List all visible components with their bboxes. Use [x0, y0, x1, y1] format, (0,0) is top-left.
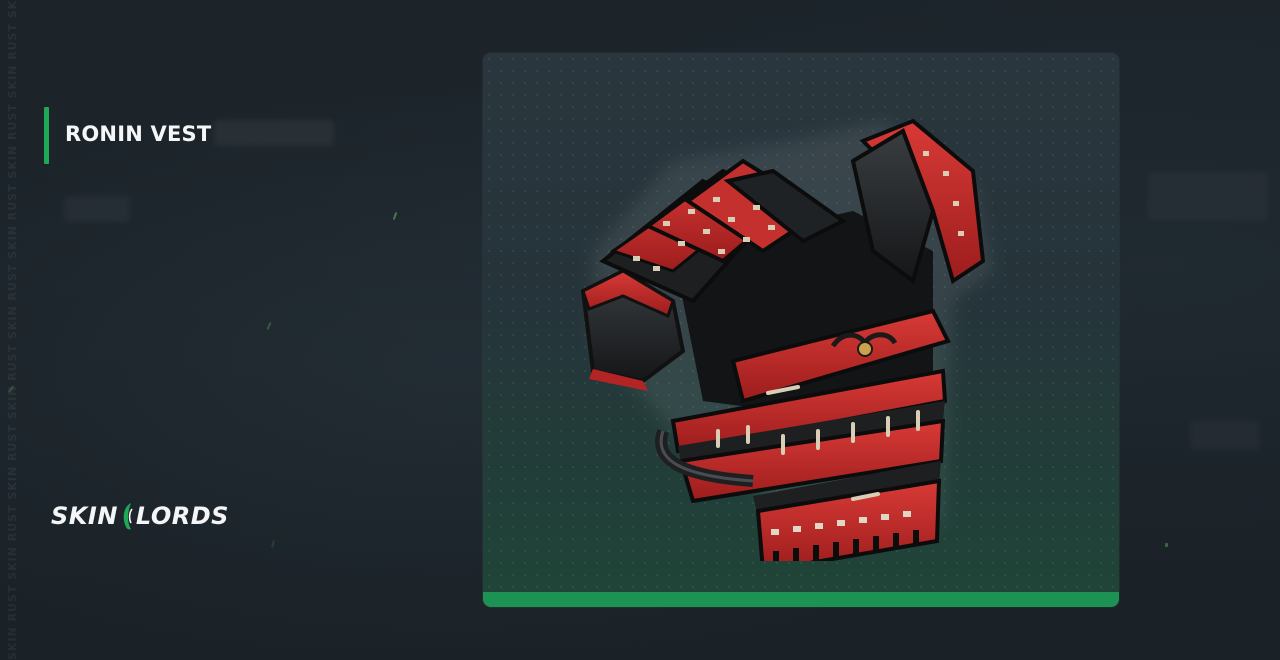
ronin-vest-armor-icon [580, 118, 993, 561]
item-title: RONIN VEST [65, 122, 212, 146]
brand-logo: SKIN LORDS [51, 499, 229, 533]
skinlords-logo-icon [123, 503, 133, 530]
background-speck [1165, 543, 1168, 547]
card-bottom-bar [483, 592, 1119, 607]
blurred-panel [1190, 420, 1260, 450]
side-watermark-text: SKIN RUST SKIN RUST SKIN RUST SKIN RUST … [6, 0, 19, 660]
brand-name-left: SKIN [51, 502, 118, 530]
brand-name-right: LORDS [135, 502, 229, 530]
item-card [483, 53, 1119, 607]
title-accent-bar [44, 107, 49, 164]
blurred-label [64, 196, 130, 222]
blurred-label [214, 120, 334, 146]
blurred-panel [1148, 172, 1268, 220]
